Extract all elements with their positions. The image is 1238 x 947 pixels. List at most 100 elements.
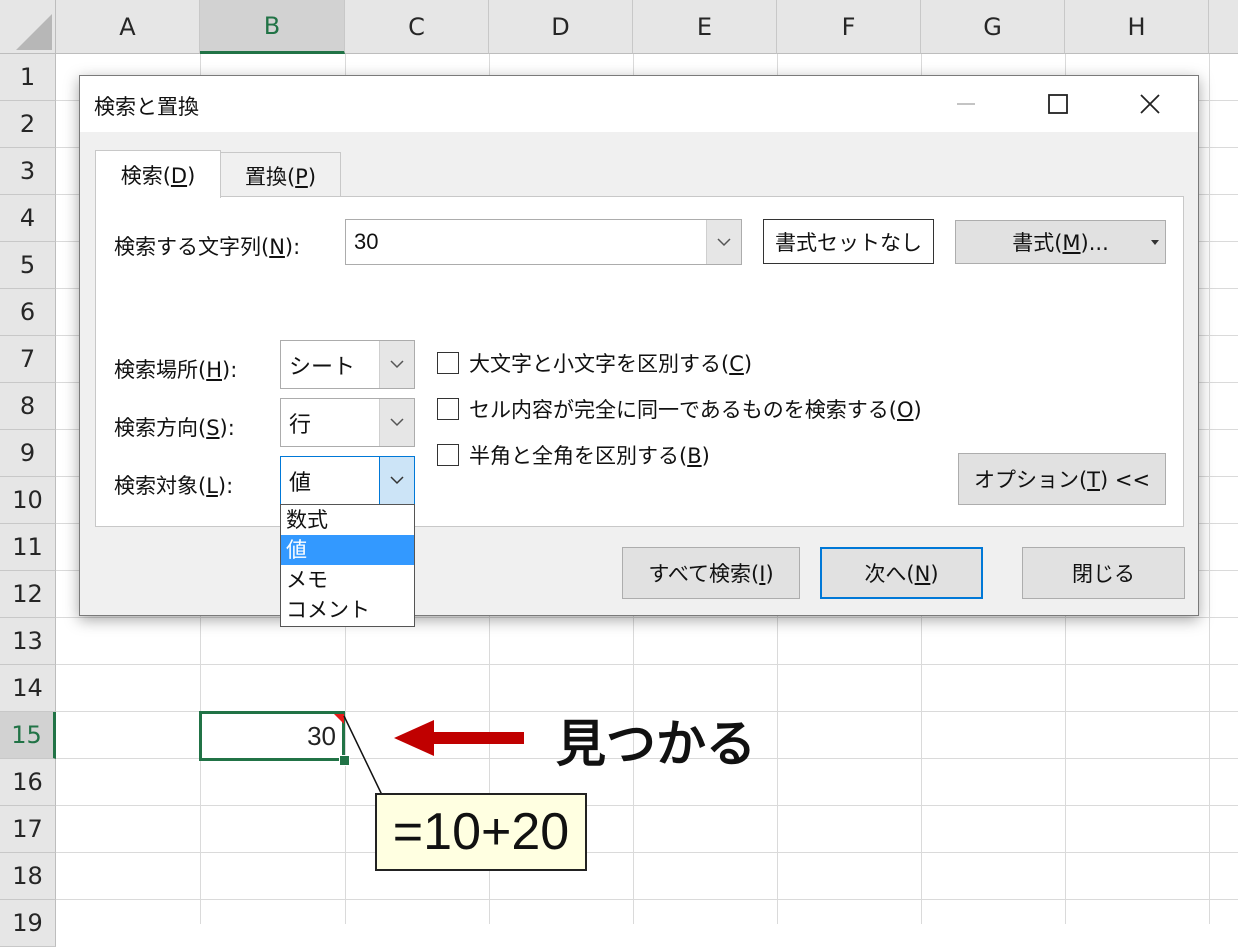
byte-width-label: 半角と全角を区別する(B) (469, 444, 710, 468)
match-case-checkbox[interactable]: 大文字と小文字を区別する(C) (437, 348, 752, 378)
look-in-select[interactable]: 値 (280, 456, 415, 505)
close-icon (1140, 94, 1160, 114)
find-all-label: すべて検索(I) (648, 562, 774, 586)
select-all-icon (16, 14, 52, 50)
find-what-combobox[interactable]: 30 (345, 219, 742, 265)
row-header-5[interactable]: 5 (0, 242, 56, 289)
row-header-14[interactable]: 14 (0, 665, 56, 712)
minimize-button (920, 76, 1012, 132)
byte-width-checkbox[interactable]: 半角と全角を区別する(B) (437, 440, 710, 470)
column-header-d[interactable]: D (489, 0, 633, 54)
row-header-12[interactable]: 12 (0, 571, 56, 618)
checkbox-box[interactable] (437, 398, 459, 420)
gridline (56, 852, 1238, 853)
within-dropdown-button[interactable] (379, 341, 414, 388)
fill-handle[interactable] (339, 755, 350, 766)
find-all-button[interactable]: すべて検索(I) (622, 547, 800, 599)
row-header-15[interactable]: 15 (0, 712, 56, 759)
minimize-icon (957, 103, 975, 105)
checkbox-box[interactable] (437, 444, 459, 466)
found-label: 見つかる (556, 715, 756, 773)
gridline (56, 617, 1238, 618)
find-replace-dialog: 検索と置換 検索(D) 置換(P) 検索する文字列(N): 30 書式セットなし… (79, 75, 1199, 627)
within-label: 検索場所(H): (114, 358, 238, 382)
dialog-title: 検索と置換 (94, 95, 199, 119)
caret-down-icon (1151, 240, 1159, 245)
gridline (56, 664, 1238, 665)
column-header-b[interactable]: B (200, 0, 345, 54)
entire-cell-label: セル内容が完全に同一であるものを検索する(O) (469, 398, 922, 422)
find-next-label: 次へ(N) (864, 562, 939, 586)
comment-indicator-icon (334, 714, 344, 724)
maximize-button[interactable] (1012, 76, 1104, 132)
format-preview: 書式セットなし (763, 219, 934, 264)
look-in-label: 検索対象(L): (114, 474, 234, 498)
row-header-6[interactable]: 6 (0, 289, 56, 336)
cell-comment-box: =10+20 (375, 793, 587, 871)
within-select[interactable]: シート (280, 340, 415, 389)
column-header-c[interactable]: C (345, 0, 489, 54)
chevron-down-icon (390, 476, 404, 485)
row-header-1[interactable]: 1 (0, 54, 56, 101)
match-case-label: 大文字と小文字を区別する(C) (469, 352, 753, 376)
look-in-option-values[interactable]: 値 (281, 535, 414, 565)
chevron-down-icon (390, 360, 404, 369)
column-header-g[interactable]: G (921, 0, 1065, 54)
find-next-button[interactable]: 次へ(N) (820, 547, 983, 599)
format-button-label: 書式(M)... (1012, 231, 1109, 255)
dialog-titlebar[interactable]: 検索と置換 (80, 76, 1198, 132)
chevron-down-icon (717, 237, 731, 246)
row-header-2[interactable]: 2 (0, 101, 56, 148)
search-direction-select[interactable]: 行 (280, 398, 415, 447)
options-button[interactable]: オプション(T) << (958, 453, 1166, 505)
row-header-17[interactable]: 17 (0, 806, 56, 853)
tab-find-label: 検索(D) (120, 163, 196, 188)
search-direction-dropdown-button[interactable] (379, 399, 414, 446)
look-in-dropdown-list: 数式 値 メモ コメント (280, 504, 415, 627)
tab-replace-label: 置換(P) (244, 164, 317, 189)
row-header-13[interactable]: 13 (0, 618, 56, 665)
find-what-label: 検索する文字列(N): (114, 235, 301, 259)
column-header-partial (1209, 0, 1238, 54)
tab-find[interactable]: 検索(D) (95, 150, 221, 198)
find-tab-panel: 検索する文字列(N): 30 書式セットなし 書式(M)... 検索場所(H):… (95, 196, 1184, 527)
checkbox-box[interactable] (437, 352, 459, 374)
chevron-down-icon (390, 418, 404, 427)
search-direction-value: 行 (289, 412, 312, 438)
cell-b15[interactable]: 30 (199, 711, 345, 761)
column-header-e[interactable]: E (633, 0, 777, 54)
tab-replace[interactable]: 置換(P) (221, 152, 341, 198)
find-what-input[interactable]: 30 (354, 229, 378, 255)
look-in-dropdown-button[interactable] (379, 457, 414, 504)
row-header-3[interactable]: 3 (0, 148, 56, 195)
column-header-h[interactable]: H (1065, 0, 1209, 54)
row-header-16[interactable]: 16 (0, 759, 56, 806)
look-in-option-formulas[interactable]: 数式 (281, 505, 414, 535)
row-header-9[interactable]: 9 (0, 430, 56, 477)
search-direction-label: 検索方向(S): (114, 416, 235, 440)
row-header-7[interactable]: 7 (0, 336, 56, 383)
column-header-a[interactable]: A (56, 0, 200, 54)
entire-cell-checkbox[interactable]: セル内容が完全に同一であるものを検索する(O) (437, 394, 922, 424)
gridline (1209, 54, 1210, 924)
maximize-icon (1048, 94, 1068, 114)
close-window-button[interactable] (1104, 76, 1196, 132)
gridline (56, 899, 1238, 900)
row-header-18[interactable]: 18 (0, 853, 56, 900)
gridline (56, 805, 1238, 806)
format-button[interactable]: 書式(M)... (955, 220, 1166, 264)
look-in-option-comments[interactable]: コメント (281, 595, 414, 625)
select-all-corner[interactable] (0, 0, 56, 54)
within-value: シート (289, 354, 356, 380)
row-header-4[interactable]: 4 (0, 195, 56, 242)
look-in-option-notes[interactable]: メモ (281, 565, 414, 595)
find-what-dropdown-button[interactable] (706, 220, 741, 264)
close-button[interactable]: 閉じる (1022, 547, 1185, 599)
look-in-value: 値 (289, 470, 312, 496)
left-arrow-icon (394, 720, 524, 756)
row-header-10[interactable]: 10 (0, 477, 56, 524)
row-header-11[interactable]: 11 (0, 524, 56, 571)
options-button-label: オプション(T) << (973, 468, 1151, 492)
row-header-8[interactable]: 8 (0, 383, 56, 430)
column-header-f[interactable]: F (777, 0, 921, 54)
